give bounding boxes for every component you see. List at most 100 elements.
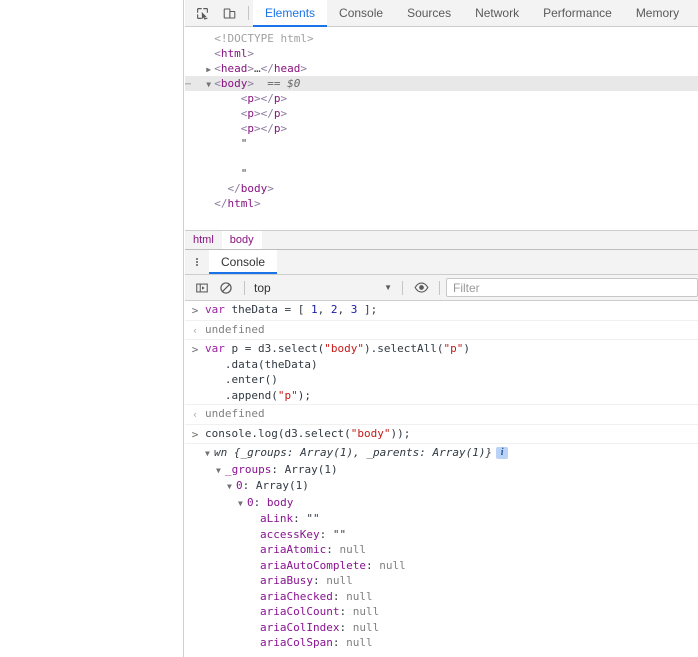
dom-indent bbox=[193, 152, 233, 165]
dom-token-tag: p bbox=[273, 92, 281, 105]
object-property-row: ariaColIndex: null bbox=[205, 620, 698, 636]
object-property-value: Array(1) bbox=[284, 462, 338, 476]
dom-token-punct: > bbox=[254, 197, 261, 210]
dom-node-row[interactable]: " bbox=[185, 166, 698, 181]
devtools-screenshot: Elements Console Sources Network Perform… bbox=[0, 0, 698, 657]
dom-indent bbox=[193, 47, 206, 60]
console-input-message[interactable]: > var p = d3.select("body").selectAll("p"… bbox=[185, 340, 698, 405]
dom-node-row[interactable]: <p></p> bbox=[185, 106, 698, 121]
dom-node-row[interactable]: " bbox=[185, 136, 698, 151]
js-token-str: "p" bbox=[277, 388, 298, 402]
devtools-main-tabbar: Elements Console Sources Network Perform… bbox=[185, 0, 698, 27]
dom-token-tag: p bbox=[273, 107, 281, 120]
console-message-text: undefined bbox=[205, 406, 698, 423]
console-filter-input[interactable] bbox=[446, 278, 698, 297]
console-output-message[interactable]: ‹ undefined bbox=[185, 405, 698, 425]
console-context-selector[interactable]: top ▼ bbox=[251, 281, 396, 295]
dom-indent bbox=[193, 32, 206, 45]
object-property-separator: : bbox=[319, 527, 333, 541]
dom-node-row[interactable] bbox=[185, 151, 698, 166]
clear-console-icon[interactable] bbox=[214, 276, 238, 300]
object-tree-node[interactable]: ▼ _groups: Array(1) bbox=[205, 462, 698, 479]
object-property-key: 0 bbox=[236, 479, 243, 492]
object-property-value: null bbox=[346, 589, 373, 603]
dom-token-tag: html bbox=[220, 47, 248, 60]
dom-node-row[interactable]: </body> bbox=[185, 181, 698, 196]
dom-token-punct: ></ bbox=[254, 107, 274, 120]
tab-performance[interactable]: Performance bbox=[531, 0, 624, 26]
tab-memory[interactable]: Memory bbox=[624, 0, 691, 26]
dom-token-punct: > bbox=[247, 47, 254, 60]
dom-node-ellipsis-icon[interactable]: ⋯ bbox=[185, 77, 191, 92]
console-input-arrow-icon: > bbox=[191, 304, 199, 317]
object-property-key: ariaBusy bbox=[260, 574, 313, 587]
object-tree-node[interactable]: ▼ 0: body bbox=[205, 495, 698, 512]
dom-node-row[interactable]: </html> bbox=[185, 196, 698, 211]
object-property-separator: : bbox=[332, 589, 347, 603]
js-token-plain: theData = [ bbox=[224, 303, 311, 316]
devtools-window: Elements Console Sources Network Perform… bbox=[185, 0, 698, 657]
dom-indent bbox=[193, 62, 206, 75]
object-property-value: null bbox=[352, 605, 380, 618]
console-object-result[interactable]: ▼ wn {_groups: Array(1), _parents: Array(… bbox=[185, 444, 698, 652]
triangle-down-icon[interactable]: ▼ bbox=[238, 496, 247, 512]
dom-token-tag: head bbox=[273, 62, 301, 75]
drawer-tab-console[interactable]: Console bbox=[209, 250, 278, 274]
console-code-line: var theData = [ 1, 2, 3 ]; bbox=[205, 302, 698, 318]
object-tree-node[interactable]: ▼ 0: Array(1) bbox=[205, 478, 698, 495]
console-message-text: var theData = [ 1, 2, 3 ]; bbox=[205, 302, 698, 319]
dom-node-row[interactable]: ▶ <head>…</head> bbox=[185, 61, 698, 76]
inspect-cursor-icon[interactable] bbox=[189, 0, 216, 26]
dom-token-text: … bbox=[254, 62, 261, 75]
console-sidebar-toggle-icon[interactable] bbox=[190, 276, 214, 300]
live-expression-eye-icon[interactable] bbox=[409, 276, 433, 300]
dom-node-row[interactable]: <p></p> bbox=[185, 91, 698, 106]
tab-console[interactable]: Console bbox=[327, 0, 395, 26]
tab-elements[interactable]: Elements bbox=[253, 0, 328, 27]
object-property-separator: : bbox=[326, 543, 340, 556]
dom-token-punct: < bbox=[214, 77, 221, 90]
object-property-value: "" bbox=[332, 527, 347, 541]
dom-indent bbox=[193, 122, 233, 135]
breadcrumb-item-html[interactable]: html bbox=[185, 231, 222, 249]
js-token-plain: )); bbox=[390, 426, 411, 440]
console-message-list[interactable]: > var theData = [ 1, 2, 3 ]; ‹ undefined > va… bbox=[185, 301, 698, 657]
rendered-page-viewport[interactable] bbox=[0, 0, 184, 657]
object-tree-header[interactable]: ▼ wn {_groups: Array(1), _parents: Array(… bbox=[205, 445, 698, 462]
dom-tree[interactable]: <!DOCTYPE html> <html> ▶ <head>…</head> ⋯ … bbox=[185, 27, 698, 230]
dom-token-punct: ></ bbox=[254, 122, 274, 135]
drawer-tab-console-label: Console bbox=[221, 255, 266, 269]
dom-token-punct: </ bbox=[260, 62, 274, 75]
triangle-down-icon[interactable]: ▼ bbox=[216, 463, 225, 479]
js-token-str: "body" bbox=[350, 426, 391, 440]
device-toolbar-icon[interactable] bbox=[216, 0, 243, 26]
console-output-message[interactable]: ‹ undefined bbox=[185, 321, 698, 340]
console-input-message[interactable]: > console.log(d3.select("body")); bbox=[185, 425, 698, 444]
dom-node-row[interactable]: <p></p> bbox=[185, 121, 698, 136]
dom-node-row[interactable]: <!DOCTYPE html> bbox=[185, 31, 698, 46]
tab-network[interactable]: Network bbox=[463, 0, 531, 26]
object-property-value: Array(1) bbox=[255, 479, 309, 492]
dom-node-row[interactable]: <html> bbox=[185, 46, 698, 61]
dom-token-punct: > bbox=[247, 77, 254, 90]
dom-token-punct: < bbox=[214, 47, 221, 60]
console-input-message[interactable]: > var theData = [ 1, 2, 3 ]; bbox=[185, 301, 698, 321]
tab-sources[interactable]: Sources bbox=[395, 0, 463, 26]
js-token-plain: ) bbox=[463, 342, 470, 355]
console-input-arrow-icon: > bbox=[191, 427, 199, 441]
dom-node-row[interactable]: ⋯ ▼ <body> == $0 bbox=[185, 76, 698, 91]
dom-token-tag: p bbox=[247, 122, 254, 135]
object-property-row: aLink: "" bbox=[205, 511, 698, 527]
dom-token-punct: </ bbox=[214, 197, 228, 210]
breadcrumb: html body bbox=[185, 230, 698, 249]
breadcrumb-item-body[interactable]: body bbox=[221, 231, 262, 249]
dom-token-punct: > bbox=[267, 182, 274, 195]
tab-memory-label: Memory bbox=[635, 6, 680, 20]
more-options-icon[interactable] bbox=[185, 250, 209, 274]
triangle-down-icon[interactable]: ▼ bbox=[227, 479, 236, 495]
info-icon[interactable]: i bbox=[496, 447, 509, 459]
tab-console-label: Console bbox=[339, 6, 384, 20]
object-property-key: 0 bbox=[247, 495, 254, 509]
triangle-down-icon[interactable]: ▼ bbox=[205, 446, 214, 462]
object-property-row: ariaColCount: null bbox=[205, 604, 698, 620]
